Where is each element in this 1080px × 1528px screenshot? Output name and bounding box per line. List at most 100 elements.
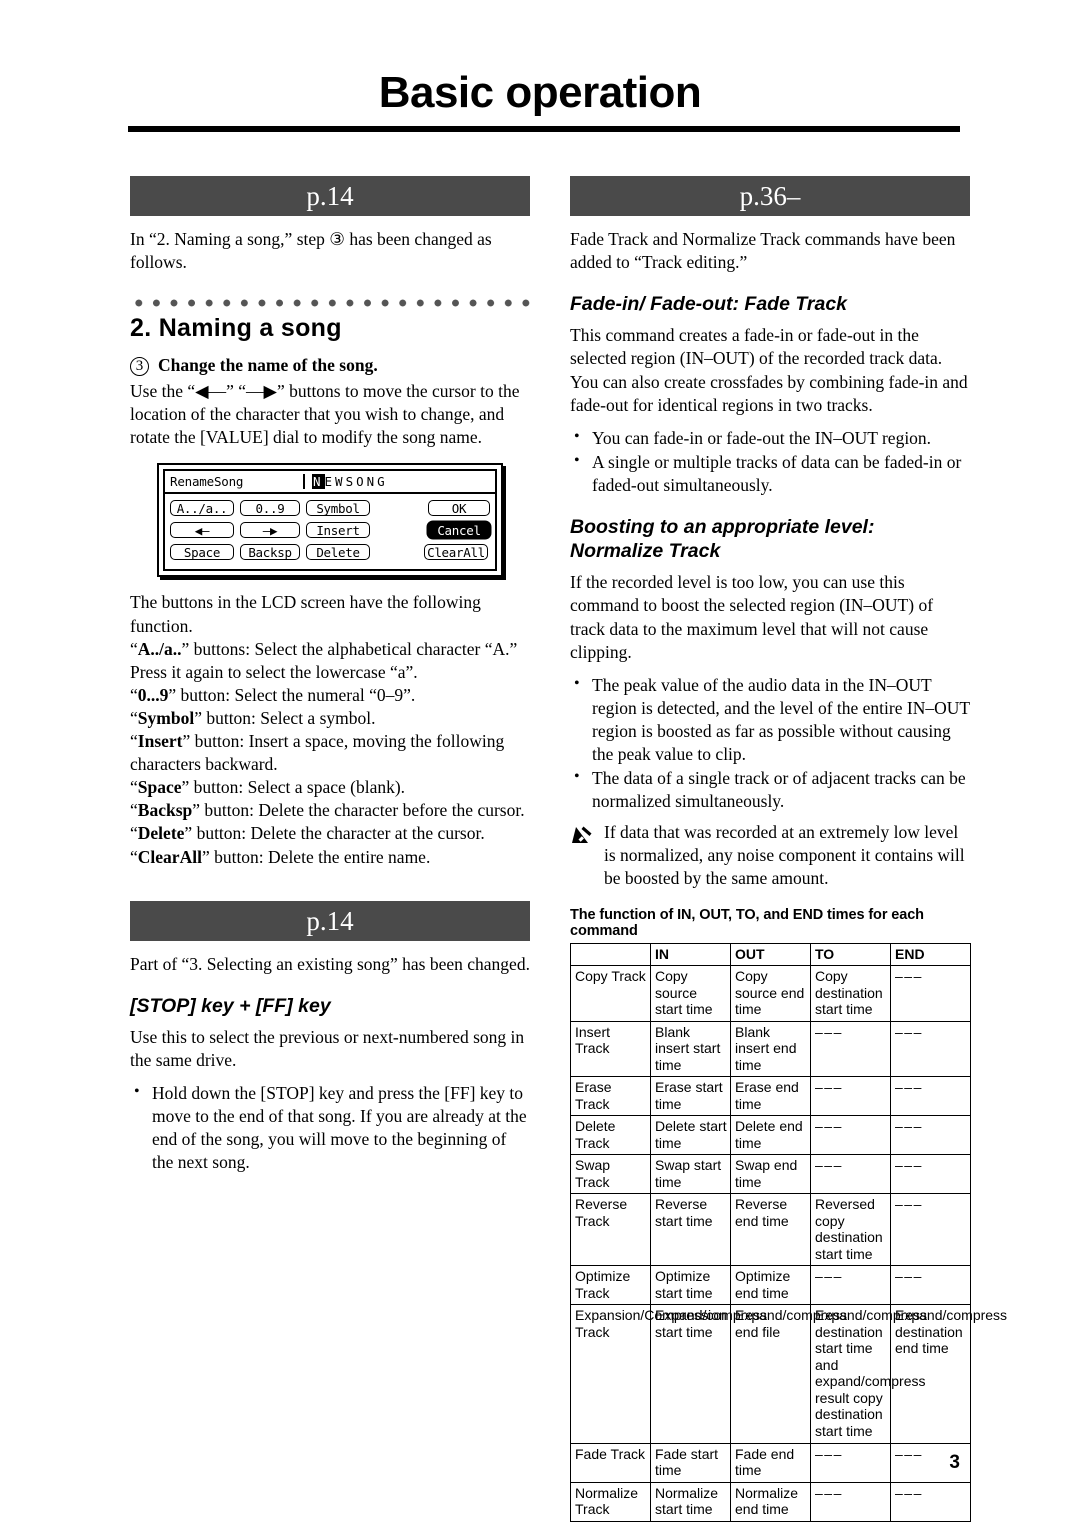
normalize-track-body: If the recorded level is too low, you ca… [570, 572, 934, 662]
cell-to: ––– [810, 1115, 891, 1156]
left-intro-1: In “2. Naming a song,” step ③ has been c… [130, 229, 492, 273]
button-desc-delete-name: Delete [137, 823, 185, 844]
cell-end: ––– [890, 1481, 971, 1522]
lcd-alpha-button[interactable]: A../a.. [170, 499, 234, 516]
note-text: If data that was recorded at an extremel… [604, 822, 965, 889]
table-row: Copy Track Copy source start time Copy sou… [570, 965, 971, 1022]
cell-in: Swap start time [650, 1154, 731, 1195]
lcd-cursor-left-button[interactable]: ◀— [170, 521, 234, 538]
cell-in: Copy source start time [650, 965, 731, 1022]
cell-to: Reversed copy destination start time [810, 1193, 891, 1267]
right-intro-1: Fade Track and Normalize Track commands … [570, 229, 956, 273]
cell-command: Copy Track [570, 965, 651, 1022]
table-row: Delete Track Delete start time Delete end … [570, 1115, 971, 1156]
lcd-numeral-button[interactable]: 0..9 [240, 499, 300, 516]
cell-to: ––– [810, 1265, 891, 1306]
button-desc-insert: “Insert” button: Insert a space, moving … [130, 731, 505, 775]
cell-in: Optimize start time [650, 1265, 731, 1306]
lcd-cursor-char: N [312, 474, 325, 490]
col-header-command [570, 942, 651, 967]
table-row: Erase Track Erase start time Erase end tim… [570, 1076, 971, 1117]
button-desc-insert-name: Insert [137, 731, 183, 752]
cell-out: Expand/compress end file [730, 1304, 847, 1444]
cell-command: Expansion/Compression Track [570, 1304, 727, 1444]
table-row: Fade Track Fade start time Fade end time ––… [570, 1442, 971, 1483]
lcd-delete-button[interactable]: Delete [306, 543, 370, 560]
page-number: 3 [949, 1452, 960, 1473]
cell-end: ––– [890, 1076, 971, 1117]
button-desc-alpha-rest: ” buttons: Select the alphabetical chara… [130, 638, 518, 682]
cell-end: ––– [890, 1115, 971, 1156]
cell-command: Fade Track [570, 1442, 651, 1483]
cell-command: Optimize Track [570, 1265, 651, 1306]
subhead-fade-track: Fade-in/ Fade-out: Fade Track [570, 293, 848, 316]
lcd-cursor-right-button[interactable]: —▶ [240, 521, 300, 538]
button-desc-backsp-name: Backsp [137, 800, 193, 821]
col-header-end: END [890, 942, 971, 967]
lcd-space-button[interactable]: Space [170, 543, 234, 560]
button-desc-numeral-rest: ” button: Select the numeral “0–9”. [168, 684, 416, 705]
lcd-button-row-1: A../a.. 0..9 Symbol OK [170, 498, 490, 517]
table-row: Optimize Track Optimize start time Optimiz… [570, 1265, 971, 1306]
cell-out: Fade end time [730, 1442, 811, 1483]
lcd-song-name-field[interactable]: NEWSONG [312, 474, 388, 490]
lcd-title-row: RenameSong NEWSONG [165, 471, 495, 495]
button-desc-space-rest: ” button: Select a space (blank). [181, 777, 406, 798]
cell-out: Reverse end time [730, 1193, 811, 1267]
table-row: Swap Track Swap start time Swap end time ––… [570, 1154, 971, 1195]
cell-in: Blank insert start time [650, 1020, 731, 1078]
cell-end: ––– [890, 965, 971, 1022]
document-page: Basic operation p.14 In “2. Naming a son… [0, 0, 1080, 1528]
cell-command: Swap Track [570, 1154, 651, 1195]
button-desc-clearall-name: ClearAll [137, 846, 202, 867]
cell-end: ––– [890, 1154, 971, 1195]
list-item: The peak value of the audio data in the … [570, 673, 970, 766]
page-ref-bar-p14-bottom: p.14 [130, 900, 530, 941]
col-header-out: OUT [730, 942, 811, 967]
subhead-stop-ff: [STOP] key + [FF] key [130, 994, 331, 1017]
cell-command: Insert Track [570, 1020, 651, 1078]
table-row: Normalize Track Normalize start time Norma… [570, 1481, 971, 1522]
step-3-heading: 3 Change the name of the song. [130, 355, 530, 377]
table-row: Reverse Track Reverse start time Reverse e… [570, 1193, 971, 1267]
lcd-cancel-button[interactable]: Cancel [428, 521, 490, 538]
subhead-normalize-track: Boosting to an appropriate level: Normal… [570, 516, 875, 563]
button-desc-space: “Space” button: Select a space (blank). [130, 777, 406, 798]
cell-to: ––– [810, 1020, 891, 1078]
lcd-insert-button[interactable]: Insert [306, 521, 370, 538]
cell-out: Optimize end time [730, 1265, 811, 1306]
lcd-button-row-2: ◀— —▶ Insert Cancel [170, 520, 490, 539]
cell-out: Blank insert end time [730, 1020, 811, 1078]
left-intro-2: Part of “3. Selecting an existing song” … [130, 953, 530, 974]
cell-end: ––– [890, 1265, 971, 1306]
cell-out: Swap end time [730, 1154, 811, 1195]
table-row: Expansion/Compression Track Expand/compre… [570, 1304, 1007, 1444]
cell-to: ––– [810, 1442, 891, 1483]
cell-end: ––– [890, 1020, 971, 1078]
lcd-backsp-button[interactable]: Backsp [240, 543, 300, 560]
button-desc-alpha-name: A../a.. [137, 638, 182, 659]
lcd-clearall-button[interactable]: ClearAll [424, 543, 488, 560]
button-desc-symbol: “Symbol” button: Select a symbol. [130, 707, 376, 728]
table-header-row: IN OUT TO END [570, 942, 971, 967]
cell-out: Erase end time [730, 1076, 811, 1117]
lcd-display: RenameSong NEWSONG A../a.. 0..9 Symbol O… [163, 469, 497, 572]
button-desc-numeral-name: 0...9 [137, 684, 169, 705]
page-ref-bar-p14-top: p.14 [130, 176, 530, 216]
button-desc-alpha: “A../a..” buttons: Select the alphabetic… [130, 638, 518, 682]
cell-in: Reverse start time [650, 1193, 731, 1267]
cell-out: Copy source end time [730, 965, 811, 1022]
section-heading-naming-a-song: 2. Naming a song [130, 314, 342, 343]
cell-end: ––– [890, 1193, 971, 1267]
cell-command: Erase Track [570, 1076, 651, 1117]
in-out-to-end-table: IN OUT TO END Copy Track Copy source star… [570, 942, 1007, 1522]
lcd-ok-button[interactable]: OK [428, 499, 490, 516]
col-header-in: IN [650, 942, 731, 967]
cell-in: Normalize start time [650, 1481, 731, 1522]
cell-to: Copy destination start time [810, 965, 891, 1022]
lcd-symbol-button[interactable]: Symbol [306, 499, 370, 516]
page-title: Basic operation [378, 68, 702, 117]
step-label: Change the name of the song. [158, 355, 378, 376]
list-item: Hold down the [STOP] key and press the [… [130, 1081, 530, 1174]
cell-to: ––– [810, 1481, 891, 1522]
